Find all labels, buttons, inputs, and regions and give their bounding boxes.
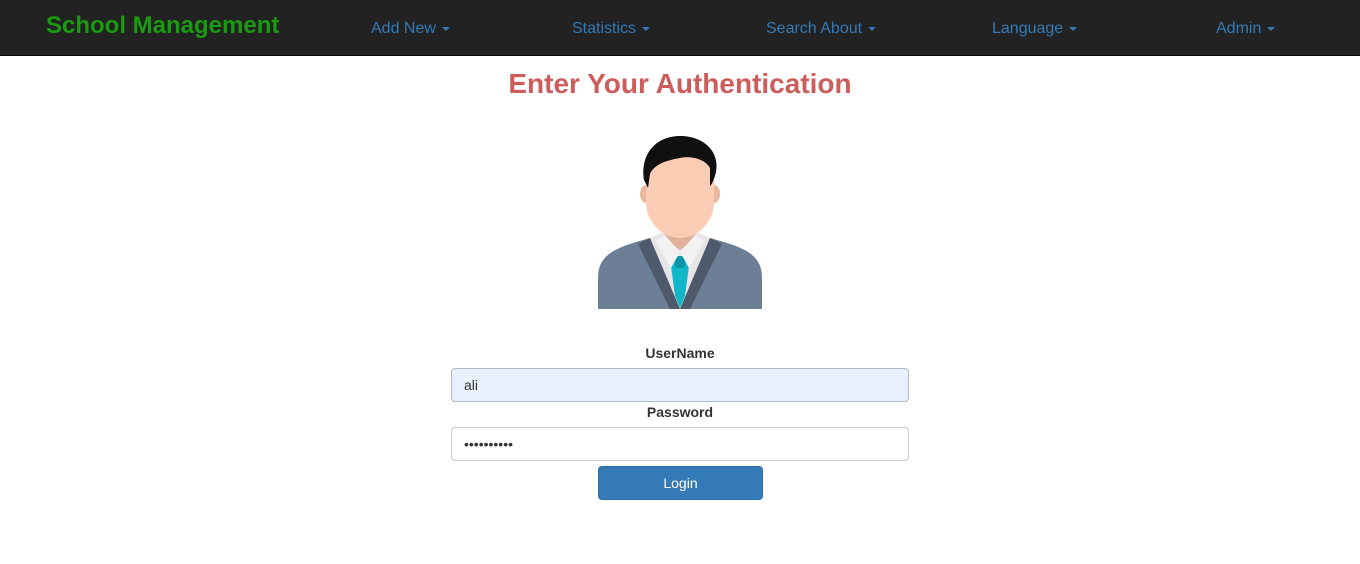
username-input[interactable] — [451, 368, 909, 402]
caret-down-icon — [441, 26, 450, 31]
brand-logo[interactable]: School Management — [46, 12, 279, 40]
nav-add-new-label: Add New — [371, 20, 436, 37]
username-label: UserName — [645, 345, 715, 361]
top-navbar: School Management Add New Statistics Sea… — [0, 0, 1360, 56]
user-avatar-icon — [598, 136, 762, 309]
password-label: Password — [646, 404, 714, 420]
nav-statistics-label: Statistics — [572, 20, 637, 37]
nav-statistics-dropdown[interactable]: Statistics — [572, 20, 651, 38]
page-title: Enter Your Authentication — [508, 68, 852, 99]
nav-language-label: Language — [992, 20, 1064, 37]
password-input[interactable] — [451, 427, 909, 461]
caret-down-icon — [642, 26, 651, 31]
login-button[interactable]: Login — [598, 466, 763, 500]
nav-admin-label: Admin — [1216, 20, 1262, 37]
nav-add-new-dropdown[interactable]: Add New — [371, 20, 450, 38]
caret-down-icon — [1069, 26, 1078, 31]
nav-language-dropdown[interactable]: Language — [992, 20, 1078, 38]
caret-down-icon — [1267, 26, 1276, 31]
nav-admin-dropdown[interactable]: Admin — [1216, 20, 1276, 38]
caret-down-icon — [868, 26, 877, 31]
nav-search-about-label: Search About — [766, 20, 863, 37]
nav-search-about-dropdown[interactable]: Search About — [766, 20, 877, 38]
